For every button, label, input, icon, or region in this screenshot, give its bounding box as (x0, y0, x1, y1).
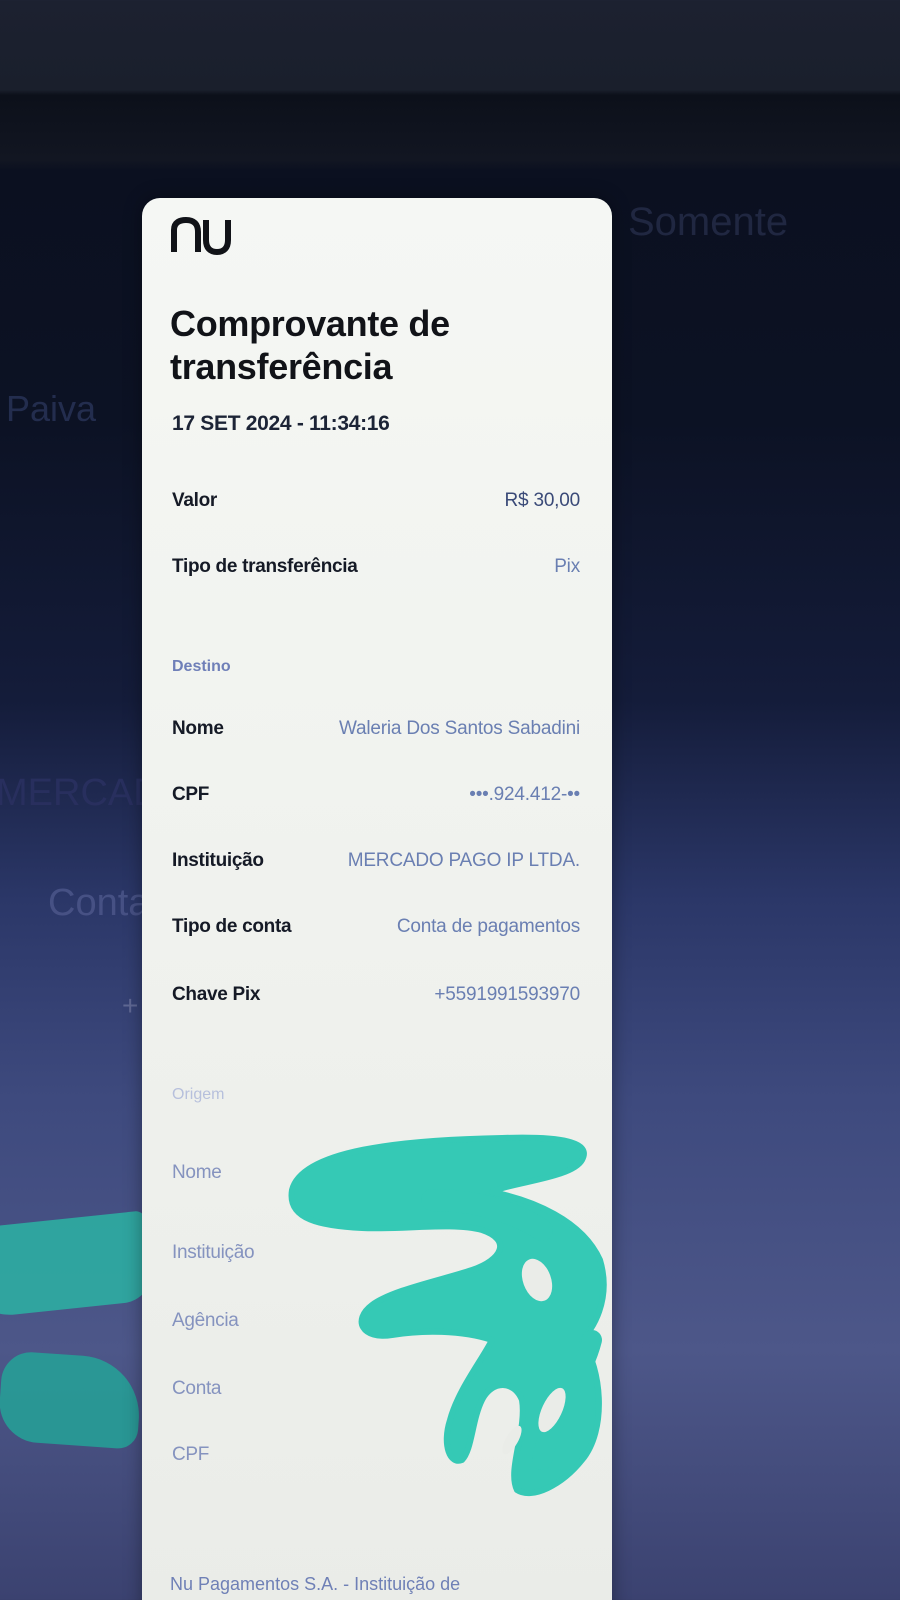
receipt-title: Comprovante de transferência (170, 303, 450, 387)
row-destino-cpf: CPF •••.924.412-•• (172, 784, 580, 814)
tipo-transferencia-label: Tipo de transferência (172, 556, 358, 577)
destino-nome-label: Nome (172, 718, 224, 739)
origem-heading: Origem (172, 1086, 225, 1103)
destino-nome-value: Waleria Dos Santos Sabadini (338, 718, 580, 739)
origem-cpf-label: CPF (172, 1444, 210, 1465)
redaction-scribble (288, 1134, 607, 1497)
origem-agencia-label: Agência (172, 1310, 239, 1331)
background-text-paiva: Paiva (6, 388, 97, 429)
destino-instituicao-label: Instituição (172, 850, 264, 871)
origem-nome-label: Nome (172, 1162, 222, 1183)
receipt-footer: Nu Pagamentos S.A. - Instituição de (170, 1574, 461, 1594)
destino-cpf-value: •••.924.412-•• (469, 784, 580, 805)
background-plus: + (122, 990, 139, 1021)
nubank-logo-icon (171, 216, 231, 256)
destino-chave-pix-value: +5591991593970 (434, 984, 580, 1005)
destino-cpf-label: CPF (172, 784, 210, 805)
origem-conta-label: Conta (172, 1378, 222, 1399)
valor-value: R$ 30,00 (504, 490, 580, 511)
destino-tipo-conta-value: Conta de pagamentos (396, 916, 580, 937)
row-valor: Valor R$ 30,00 (172, 490, 580, 520)
destino-heading: Destino (172, 658, 231, 675)
origem-instituicao-label: Instituição (172, 1242, 255, 1263)
row-destino-chave-pix: Chave Pix +5591991593970 (172, 984, 580, 1014)
row-destino-tipo-conta: Tipo de conta Conta de pagamentos (172, 916, 580, 946)
background-text-conta: Conta (48, 882, 150, 924)
row-tipo-transferencia: Tipo de transferência Pix (172, 556, 580, 586)
valor-label: Valor (172, 490, 217, 511)
row-destino-nome: Nome Waleria Dos Santos Sabadini (172, 718, 580, 748)
transfer-receipt-card: Comprovante de transferência 17 SET 2024… (142, 198, 612, 1600)
destino-tipo-conta-label: Tipo de conta (172, 916, 292, 937)
destino-instituicao-value: MERCADO PAGO IP LTDA. (347, 850, 580, 871)
background-redaction-mark-2 (0, 1350, 143, 1450)
background-redaction-mark (0, 1210, 155, 1320)
row-destino-instituicao: Instituição MERCADO PAGO IP LTDA. (172, 850, 580, 880)
background-text-somente: Somente (628, 200, 789, 244)
tipo-transferencia-value: Pix (554, 556, 580, 577)
destino-chave-pix-label: Chave Pix (172, 984, 261, 1005)
receipt-datetime: 17 SET 2024 - 11:34:16 (172, 412, 390, 435)
background-text-mercad: MERCAD (0, 772, 161, 814)
